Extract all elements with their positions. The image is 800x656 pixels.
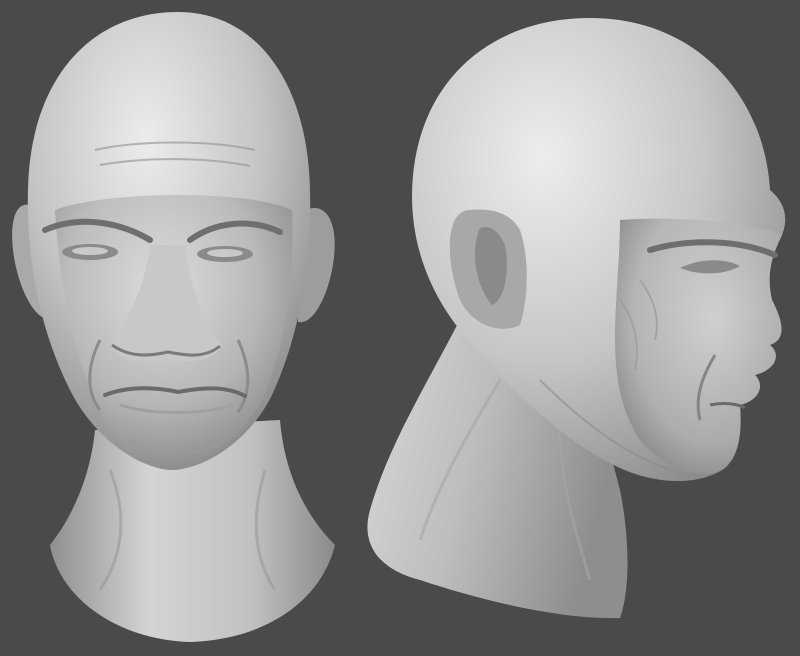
front-right-eyeball [207,249,243,257]
render-viewport [0,0,800,656]
profile-view-head-sculpt [367,18,786,619]
profile-face-plane [615,218,782,474]
front-left-eyeball [72,247,108,255]
sculpt-render [12,12,786,642]
front-view-head-sculpt [12,12,335,642]
